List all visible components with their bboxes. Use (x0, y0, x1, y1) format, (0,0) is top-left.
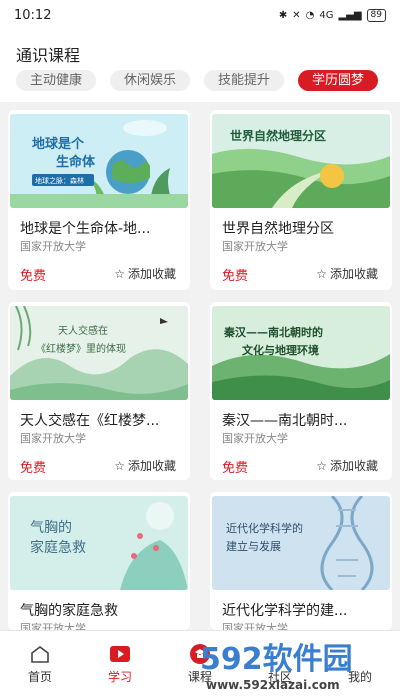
course-price: 免费 (222, 269, 249, 284)
thumb-title-1: 地球是个 (32, 136, 85, 152)
thumb-title-1: 秦汉——南北朝时的 (223, 325, 323, 339)
add-favorite-label: 添加收藏 (127, 459, 176, 473)
star-icon: ☆ (316, 266, 327, 281)
add-favorite-button[interactable]: ☆ 添加收藏 (114, 457, 176, 474)
tab-leisure[interactable]: 休闲娱乐 (110, 70, 191, 91)
thumb-title-1: 近代化学科学的 (226, 521, 303, 535)
course-title: 气胸的家庭急救 (20, 603, 118, 619)
add-favorite-button[interactable]: ☆ 添加收藏 (316, 457, 378, 474)
battery-icon: 89 (366, 8, 386, 22)
course-title: 地球是个生命体-地... (20, 221, 151, 237)
signal-icon: ▂▄▆ (338, 9, 362, 21)
nav-home[interactable]: 首页 (0, 631, 80, 700)
bluetooth-icon: ✱ (278, 9, 288, 21)
nav-course[interactable]: 课程 (160, 631, 240, 700)
thumb-title-1: 气胸的 (30, 520, 72, 536)
profile-icon (348, 643, 372, 665)
add-favorite-label: 添加收藏 (329, 459, 378, 473)
nav-home-label: 首页 (27, 670, 52, 684)
thumb-title-1: 天人交感在 (58, 324, 108, 337)
add-favorite-label: 添加收藏 (127, 267, 176, 281)
course-thumbnail: 世界自然地理分区 (212, 114, 390, 208)
course-thumbnail: 近代化学科学的 建立与发展 (212, 496, 390, 590)
course-price: 免费 (20, 461, 47, 476)
play-video-icon (108, 643, 132, 665)
thumb-title-2: 生命体 (56, 154, 96, 170)
add-favorite-label: 添加收藏 (329, 267, 378, 281)
course-provider: 国家开放大学 (222, 432, 288, 445)
course-title: 天人交感在《红楼梦... (20, 413, 160, 429)
course-card[interactable]: 气胸的 家庭急救 气胸的家庭急救 国家开放大学 (8, 492, 190, 630)
course-icon (188, 643, 212, 665)
course-provider: 国家开放大学 (222, 240, 288, 253)
nav-study-label: 学习 (107, 670, 132, 684)
course-card[interactable]: 秦汉——南北朝时的 文化与地理环境 秦汉——南北朝时... 国家开放大学 免费 … (210, 302, 392, 480)
alarm-icon: ◔ (305, 9, 315, 21)
thumb-title-2: 文化与地理环境 (242, 343, 319, 357)
course-card[interactable]: 地球是个 生命体 地球之脉：森林 地球是个生命体-地... 国家开放大学 免费 … (8, 110, 190, 290)
course-thumbnail: 气胸的 家庭急救 (10, 496, 188, 590)
course-provider: 国家开放大学 (20, 432, 86, 445)
thumb-title-2: 《红楼梦》里的体现 (36, 342, 126, 355)
course-card[interactable]: 天人交感在 《红楼梦》里的体现 天人交感在《红楼梦... 国家开放大学 免费 ☆… (8, 302, 190, 480)
add-favorite-button[interactable]: ☆ 添加收藏 (316, 265, 378, 282)
course-title: 秦汉——南北朝时... (222, 413, 348, 429)
add-favorite-button[interactable]: ☆ 添加收藏 (114, 265, 176, 282)
thumb-title-2: 建立与发展 (226, 539, 281, 553)
thumb-tag: 地球之脉：森林 (35, 176, 84, 185)
course-title: 世界自然地理分区 (222, 221, 334, 237)
thumb-title-2: 家庭急救 (30, 539, 86, 556)
course-card[interactable]: 近代化学科学的 建立与发展 近代化学科学的建... 国家开放大学 (210, 492, 392, 630)
course-thumbnail: 秦汉——南北朝时的 文化与地理环境 (212, 306, 390, 400)
thumb-title-1: 世界自然地理分区 (230, 128, 326, 143)
category-tabs: 主动健康 休闲娱乐 技能提升 学历圆梦 (16, 70, 379, 91)
signal-network: 4G (319, 9, 334, 21)
home-icon (28, 643, 52, 665)
course-price: 免费 (20, 269, 47, 284)
bottom-nav: 首页 学习 课程 社区 我的 (0, 630, 400, 700)
nav-community-label: 社区 (267, 670, 292, 684)
course-thumbnail: 地球是个 生命体 地球之脉：森林 (10, 114, 188, 208)
tab-health[interactable]: 主动健康 (16, 70, 97, 91)
star-icon: ☆ (114, 266, 125, 281)
nav-course-label: 课程 (187, 670, 212, 684)
course-thumbnail: 天人交感在 《红楼梦》里的体现 (10, 306, 188, 400)
course-price: 免费 (222, 461, 249, 476)
nav-community[interactable]: 社区 (240, 631, 320, 700)
section-title: 通识课程 (16, 46, 81, 65)
nav-profile[interactable]: 我的 (320, 631, 400, 700)
nav-profile-label: 我的 (347, 670, 372, 684)
star-icon: ☆ (316, 458, 327, 473)
tab-skills[interactable]: 技能提升 (204, 70, 285, 91)
star-icon: ☆ (114, 458, 125, 473)
tab-degree[interactable]: 学历圆梦 (298, 70, 379, 91)
status-time: 10:12 (14, 7, 52, 23)
course-card[interactable]: 世界自然地理分区 世界自然地理分区 国家开放大学 免费 ☆ 添加收藏 (210, 110, 392, 290)
header: 通识课程 主动健康 休闲娱乐 技能提升 学历圆梦 (0, 30, 400, 102)
course-title: 近代化学科学的建... (222, 603, 348, 619)
community-icon (268, 643, 292, 665)
status-icons: ✱ ✕ ◔ 4G ▂▄▆ 89 (278, 8, 386, 22)
course-provider: 国家开放大学 (20, 622, 86, 630)
course-provider: 国家开放大学 (20, 240, 86, 253)
nav-study[interactable]: 学习 (80, 631, 160, 700)
mute-icon: ✕ (292, 9, 301, 21)
status-bar: 10:12 ✱ ✕ ◔ 4G ▂▄▆ 89 (0, 0, 400, 30)
course-provider: 国家开放大学 (222, 622, 288, 630)
